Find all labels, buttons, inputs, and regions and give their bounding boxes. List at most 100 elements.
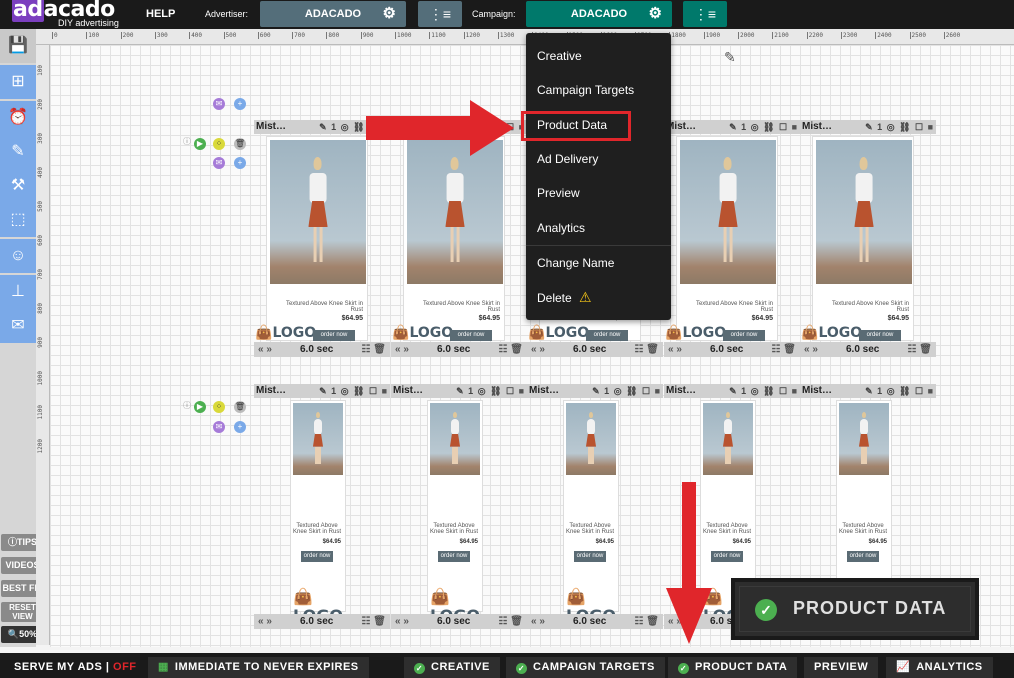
help-link[interactable]: HELP bbox=[146, 8, 175, 20]
order-now-button[interactable]: order now bbox=[438, 551, 470, 562]
campaign-targets-button[interactable]: ✓ CAMPAIGN TARGETS bbox=[506, 657, 665, 678]
color-swatch[interactable]: ■ bbox=[792, 386, 798, 396]
focus-icon[interactable]: ◎ bbox=[887, 386, 899, 396]
clock-icon[interactable]: ⏰ bbox=[0, 101, 36, 135]
card-footer-icons[interactable]: ☷ 🗑 bbox=[362, 342, 386, 357]
pencil-icon[interactable]: ✎ bbox=[319, 386, 331, 396]
card-header[interactable]: Mist…✎ 1 ◎ ⛓ ☐ ■ bbox=[527, 384, 663, 398]
card-header[interactable]: Mist…✎ 1 ◎ ⛓ ☐ ■ bbox=[800, 120, 936, 134]
ad-card[interactable]: Mist…✎ 1 ◎ ⛓ ☐ ■Textured Above Knee Skir… bbox=[254, 120, 390, 365]
order-now-button[interactable]: order now bbox=[586, 330, 628, 341]
card-footer-icons[interactable]: ☷ 🗑 bbox=[362, 614, 386, 629]
card-header[interactable]: Mist…✎ 1 ◎ ⛓ ☐ ■ bbox=[800, 384, 936, 398]
message-icon[interactable]: ✉ bbox=[213, 421, 225, 433]
card-header[interactable]: Mist…✎ 1 ◎ ⛓ ☐ ■ bbox=[391, 384, 527, 398]
menu-item-ad-delivery[interactable]: Ad Delivery bbox=[537, 152, 598, 166]
ad-creative[interactable]: Textured Above Knee Skirt in Rust $64.95 👜… bbox=[392, 136, 505, 341]
pencil-icon[interactable]: ✎ bbox=[865, 122, 877, 132]
card-name[interactable]: Mist… bbox=[256, 121, 286, 132]
add-icon[interactable]: + bbox=[234, 157, 246, 169]
order-now-button[interactable]: order now bbox=[859, 330, 901, 341]
card-name[interactable]: Mist… bbox=[802, 121, 832, 132]
ad-card[interactable]: Mist…✎ 1 ◎ ⛓ ☐ ■Textured Above Knee Skir… bbox=[800, 120, 936, 365]
pencil-icon[interactable]: ✎ bbox=[592, 386, 604, 396]
checkbox[interactable]: ☐ bbox=[915, 122, 928, 132]
order-now-button[interactable]: order now bbox=[450, 330, 492, 341]
campaign-select[interactable]: ADACADO ⚙ bbox=[526, 1, 672, 27]
card-name[interactable]: Mist… bbox=[529, 385, 559, 396]
link-icon[interactable]: ⛓ bbox=[490, 386, 506, 396]
focus-icon[interactable]: ◎ bbox=[751, 122, 763, 132]
save-icon[interactable]: 💾 bbox=[0, 29, 36, 63]
gear-icon[interactable]: ⚙ bbox=[649, 1, 662, 27]
ad-creative[interactable]: Textured Above Knee Skirt in Rust $64.95 👜… bbox=[255, 136, 368, 341]
pencil-icon[interactable]: ✎ bbox=[456, 386, 468, 396]
card-footer-icons[interactable]: ☷ 🗑 bbox=[635, 614, 659, 629]
nav-arrows-icon[interactable]: « » bbox=[668, 342, 682, 357]
order-now-button[interactable]: order now bbox=[301, 551, 333, 562]
ad-creative[interactable]: Textured Above Knee Skirt in Rust $64.95 o… bbox=[290, 400, 346, 625]
pencil-icon[interactable]: ✎ bbox=[724, 49, 736, 66]
duration[interactable]: 6.0 sec bbox=[573, 342, 606, 357]
card-name[interactable]: Mist… bbox=[666, 385, 696, 396]
stamp-icon[interactable]: ⊥ bbox=[0, 275, 36, 309]
shuffle-icon[interactable]: ⁘ bbox=[213, 401, 225, 413]
color-swatch[interactable]: ■ bbox=[792, 122, 798, 132]
ad-card[interactable]: Mist…✎ 1 ◎ ⛓ ☐ ■ Textured Above Knee Skir… bbox=[254, 384, 390, 632]
link-icon[interactable]: ⛓ bbox=[763, 386, 779, 396]
color-swatch[interactable]: ■ bbox=[382, 386, 388, 396]
duration[interactable]: 6.0 sec bbox=[437, 614, 470, 629]
menu-item-analytics[interactable]: Analytics bbox=[537, 221, 585, 235]
message-icon[interactable]: ✉ bbox=[213, 98, 225, 110]
order-now-button[interactable]: order now bbox=[711, 551, 743, 562]
link-icon[interactable]: ⛓ bbox=[763, 122, 779, 132]
focus-icon[interactable]: ◎ bbox=[341, 386, 353, 396]
link-icon[interactable]: ⛓ bbox=[626, 386, 642, 396]
menu-item-preview[interactable]: Preview bbox=[537, 186, 580, 200]
add-icon[interactable]: + bbox=[234, 98, 246, 110]
ad-creative[interactable]: Textured Above Knee Skirt in Rust $64.95 👜… bbox=[801, 136, 914, 341]
shuffle-icon[interactable]: ⁘ bbox=[213, 138, 225, 150]
duration[interactable]: 6.0 sec bbox=[846, 342, 879, 357]
duration[interactable]: 6.0 sec bbox=[710, 342, 743, 357]
checkbox[interactable]: ☐ bbox=[506, 386, 519, 396]
gear-icon[interactable]: ⚙ bbox=[383, 1, 396, 27]
order-now-button[interactable]: order now bbox=[723, 330, 765, 341]
duration[interactable]: 6.0 sec bbox=[573, 614, 606, 629]
message-icon[interactable]: ✉ bbox=[213, 157, 225, 169]
color-swatch[interactable]: ■ bbox=[928, 122, 934, 132]
ad-card[interactable]: Mist…✎ 1 ◎ ⛓ ☐ ■Textured Above Knee Skir… bbox=[391, 120, 527, 365]
nav-arrows-icon[interactable]: « » bbox=[531, 342, 545, 357]
pencil-icon[interactable]: ✎ bbox=[319, 122, 331, 132]
analytics-button[interactable]: 📈 ANALYTICS bbox=[886, 657, 993, 678]
card-footer-icons[interactable]: ☷ 🗑 bbox=[499, 614, 523, 629]
link-icon[interactable]: ⛓ bbox=[899, 122, 915, 132]
nav-arrows-icon[interactable]: « » bbox=[395, 342, 409, 357]
card-header[interactable]: Mist…✎ 1 ◎ ⛓ ☐ ■ bbox=[254, 384, 390, 398]
card-name[interactable]: Mist… bbox=[393, 385, 423, 396]
order-now-button[interactable]: order now bbox=[313, 330, 355, 341]
order-now-button[interactable]: order now bbox=[847, 551, 879, 562]
card-name[interactable]: Mist… bbox=[802, 385, 832, 396]
checkbox[interactable]: ☐ bbox=[779, 386, 792, 396]
info-icon[interactable]: ⓘ bbox=[181, 400, 193, 412]
tools-icon[interactable]: ⚒ bbox=[0, 169, 36, 203]
duration[interactable]: 6.0 sec bbox=[300, 342, 333, 357]
card-footer-icons[interactable]: ☷ 🗑 bbox=[499, 342, 523, 357]
pencil-icon[interactable]: ✎ bbox=[865, 386, 877, 396]
trash-icon[interactable]: 🗑 bbox=[234, 138, 246, 150]
card-footer-icons[interactable]: ☷ 🗑 bbox=[635, 342, 659, 357]
card-footer-icons[interactable]: ☷ 🗑 bbox=[772, 342, 796, 357]
play-icon[interactable]: ▶ bbox=[194, 401, 206, 413]
nav-arrows-icon[interactable]: « » bbox=[531, 614, 545, 629]
menu-item-campaign-targets[interactable]: Campaign Targets bbox=[537, 83, 634, 97]
focus-icon[interactable]: ◎ bbox=[478, 386, 490, 396]
nav-arrows-icon[interactable]: « » bbox=[804, 342, 818, 357]
card-header[interactable]: Mist…✎ 1 ◎ ⛓ ☐ ■ bbox=[664, 120, 800, 134]
serve-ads-toggle[interactable]: SERVE MY ADS | OFF bbox=[14, 657, 137, 678]
checkbox[interactable]: ☐ bbox=[642, 386, 655, 396]
nav-arrows-icon[interactable]: « » bbox=[258, 614, 272, 629]
card-header[interactable]: Mist…✎ 1 ◎ ⛓ ☐ ■ bbox=[664, 384, 800, 398]
preview-button[interactable]: PREVIEW bbox=[804, 657, 879, 678]
menu-item-change-name[interactable]: Change Name bbox=[537, 256, 614, 270]
